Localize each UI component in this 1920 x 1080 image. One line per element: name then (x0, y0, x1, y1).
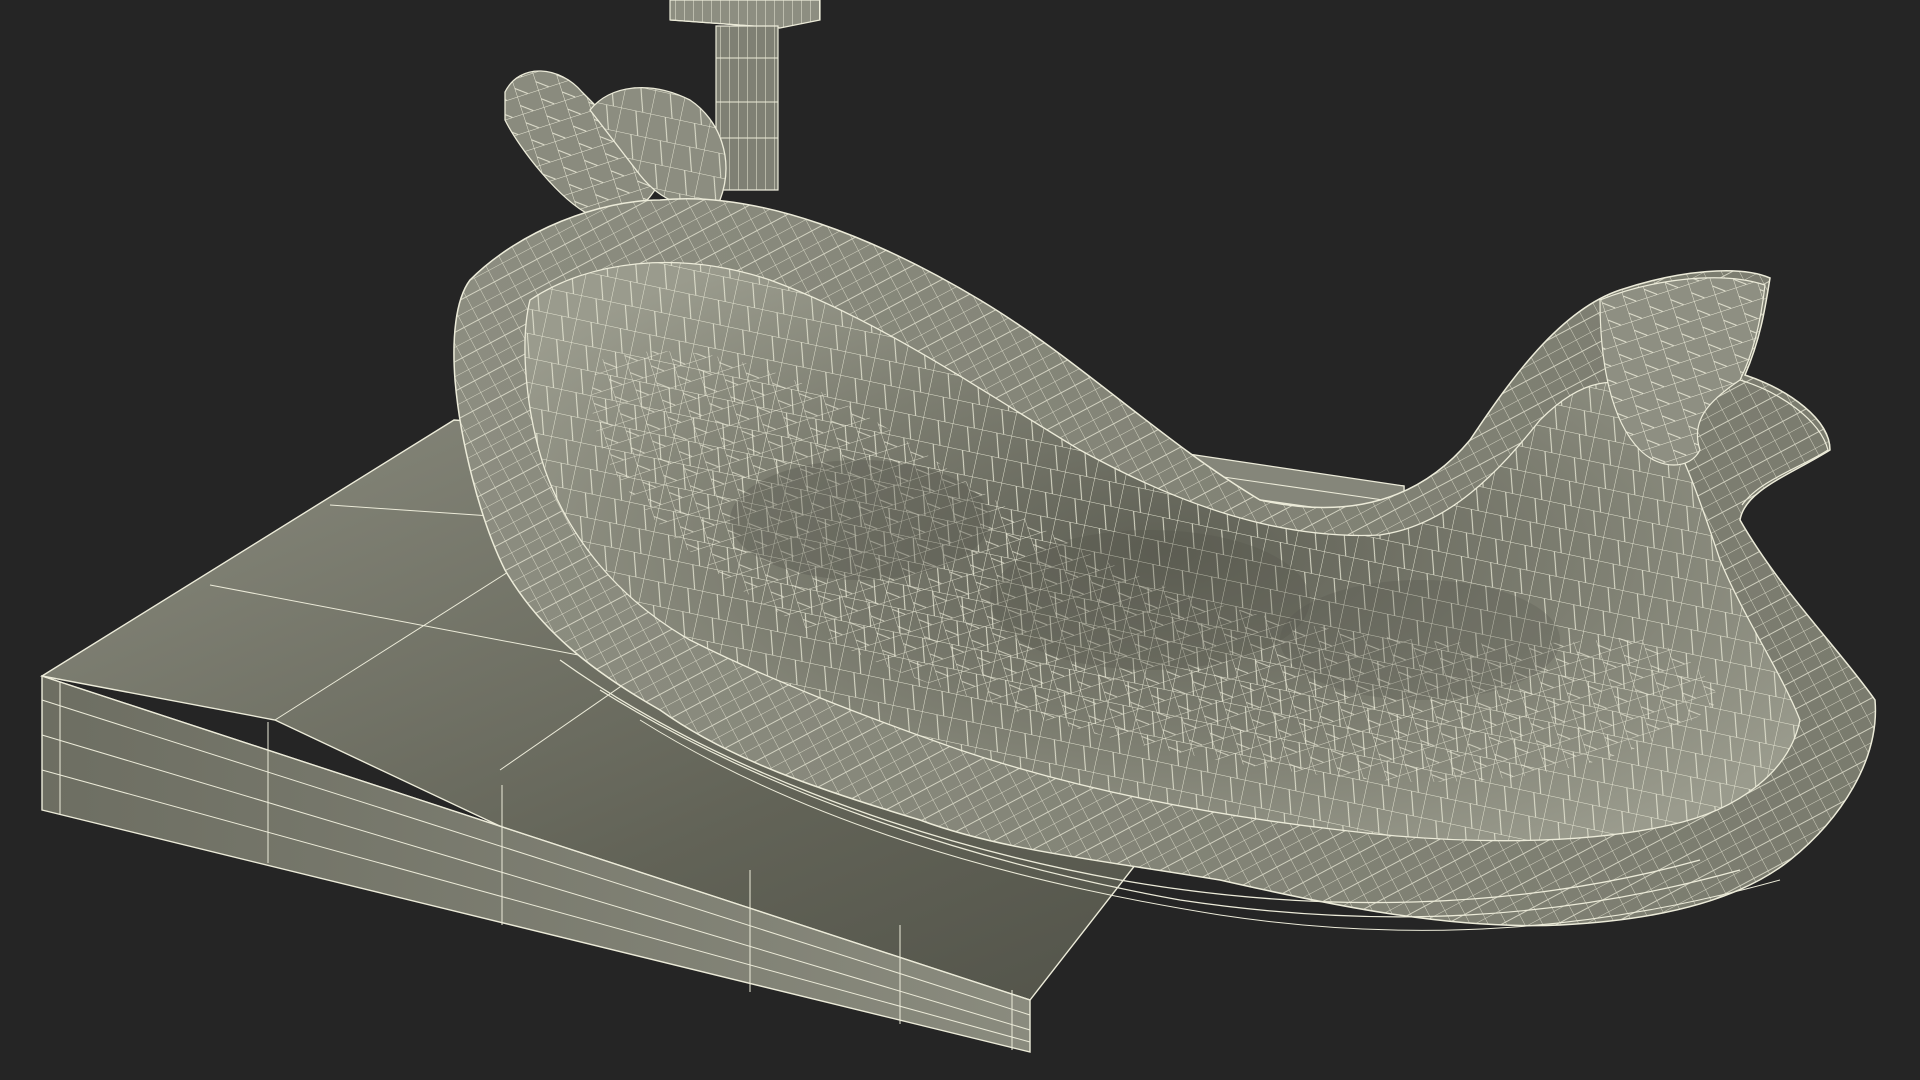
top-bar (669, 0, 821, 29)
tray-handle (504, 70, 727, 220)
render-viewport (0, 0, 1920, 1080)
wireframe-render (40, 0, 1877, 1053)
